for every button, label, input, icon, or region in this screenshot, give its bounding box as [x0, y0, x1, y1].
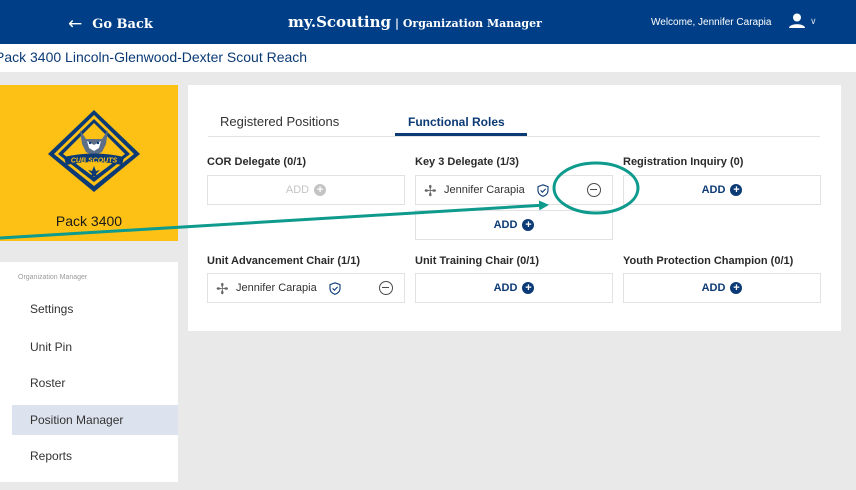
add-label: ADD [285, 184, 310, 196]
plus-circle-icon: + [730, 184, 743, 196]
user-menu[interactable]: ∨ [788, 13, 817, 29]
key-3-delegate-member: ✢ Jennifer Carapia [416, 176, 612, 204]
brand: my.Scouting | Organization Manager [288, 13, 542, 31]
add-cor-delegate-button[interactable]: ADD + [208, 176, 404, 204]
add-label: ADD [701, 184, 726, 196]
move-icon[interactable]: ✢ [216, 280, 229, 298]
tab-functional-roles[interactable]: Functional Roles [408, 115, 505, 129]
role-title-unit-training-chair: Unit Training Chair (0/1) [415, 255, 540, 267]
member-name: Jennifer Carapia [444, 184, 525, 196]
youth-protection-champion-slot: ADD + [623, 273, 821, 303]
brand-subtitle: | Organization Manager [395, 17, 542, 30]
shield-check-icon [537, 184, 549, 197]
role-title-key-3-delegate: Key 3 Delegate (1/3) [415, 156, 519, 168]
sidebar-item-settings[interactable]: Settings [0, 294, 178, 324]
add-youth-protection-champion-button[interactable]: ADD + [624, 274, 820, 302]
move-icon[interactable]: ✢ [424, 182, 437, 200]
sidebar-section-caption: Organization Manager [18, 274, 88, 281]
unit-title-bar: Pack 3400 Lincoln-Glenwood-Dexter Scout … [0, 44, 856, 72]
add-unit-training-chair-button[interactable]: ADD + [416, 274, 612, 302]
role-title-youth-protection-champion: Youth Protection Champion (0/1) [623, 255, 794, 267]
plus-circle-icon: + [730, 282, 743, 294]
sidebar-item-roster[interactable]: Roster [0, 368, 178, 398]
sidebar-item-unit-pin[interactable]: Unit Pin [0, 332, 178, 362]
add-label: ADD [493, 219, 518, 231]
user-icon [789, 13, 805, 28]
add-label: ADD [701, 282, 726, 294]
cor-delegate-slot: ADD + [207, 175, 405, 205]
plus-circle-icon: + [314, 184, 327, 196]
add-key-3-delegate-button[interactable]: ADD + [416, 211, 612, 239]
member-name: Jennifer Carapia [236, 282, 317, 294]
sidebar-menu: Organization Manager Settings Unit Pin R… [0, 262, 178, 482]
unit-training-chair-slot: ADD + [415, 273, 613, 303]
pack-name: Pack 3400 [55, 213, 123, 229]
tab-registered-positions[interactable]: Registered Positions [220, 114, 339, 129]
active-tab-indicator [395, 133, 527, 136]
role-title-registration-inquiry: Registration Inquiry (0) [623, 156, 744, 168]
position-tabs: Registered Positions Functional Roles [208, 85, 820, 137]
plus-circle-icon: + [522, 282, 535, 294]
arrow-left-icon: ← [68, 14, 83, 34]
sidebar-item-reports[interactable]: Reports [0, 441, 178, 471]
go-back-label: Go Back [92, 16, 153, 32]
unit-logo-panel: CUB SCOUTS Pack 3400 [0, 85, 178, 241]
brand-name: my.Scouting [288, 13, 391, 31]
sidebar-item-position-manager[interactable]: Position Manager [12, 405, 178, 435]
unit-title: Pack 3400 Lincoln-Glenwood-Dexter Scout … [0, 49, 308, 65]
logo-text: CUB SCOUTS [71, 158, 118, 165]
unit-advancement-chair-member-slot: ✢ Jennifer Carapia [207, 273, 405, 303]
go-back-button[interactable]: ← Go Back [68, 14, 153, 34]
cub-scouts-logo: CUB SCOUTS [48, 110, 140, 192]
unit-advancement-chair-member: ✢ Jennifer Carapia [208, 274, 404, 302]
add-registration-inquiry-button[interactable]: ADD + [624, 176, 820, 204]
chevron-down-icon: ∨ [810, 15, 817, 26]
functional-roles-card: Registered Positions Functional Roles CO… [188, 85, 841, 331]
shield-check-icon [329, 282, 341, 295]
registration-inquiry-slot: ADD + [623, 175, 821, 205]
key-3-delegate-member-slot: ✢ Jennifer Carapia [415, 175, 613, 205]
welcome-text: Welcome, Jennifer Carapia [651, 17, 772, 28]
key-3-delegate-add-slot: ADD + [415, 210, 613, 240]
role-title-cor-delegate: COR Delegate (0/1) [207, 156, 307, 168]
role-title-unit-advancement-chair: Unit Advancement Chair (1/1) [207, 255, 361, 267]
plus-circle-icon: + [522, 219, 535, 231]
add-label: ADD [493, 282, 518, 294]
top-navigation-bar: ← Go Back my.Scouting | Organization Man… [0, 0, 856, 44]
minus-circle-icon[interactable] [587, 183, 601, 197]
minus-circle-icon[interactable] [379, 281, 393, 295]
